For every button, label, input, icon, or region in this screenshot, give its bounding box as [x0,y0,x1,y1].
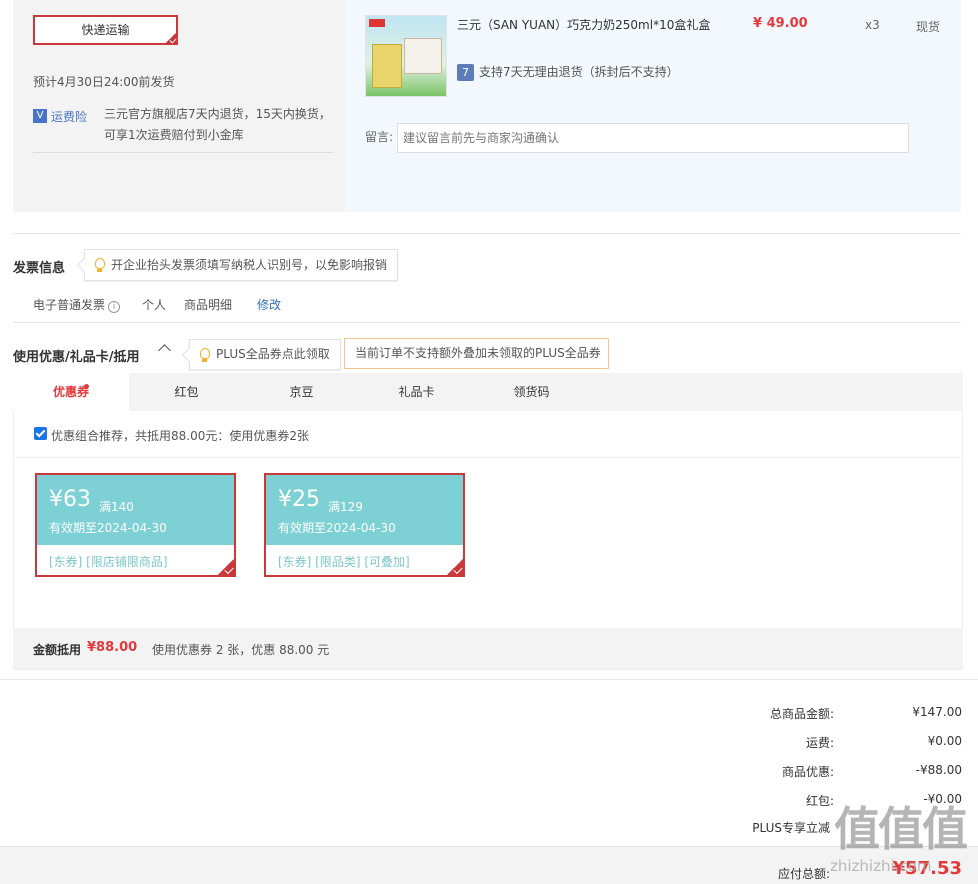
invoice-type-label: 电子普通发票 [33,298,106,312]
goods-discount-label: 商品优惠: [781,765,834,779]
selected-check-icon [445,557,463,575]
goods-discount-value: -¥88.00 [915,763,962,777]
tab-jd-beans[interactable]: 京豆 [244,373,359,411]
tip-arrow [181,347,197,363]
selected-check-icon [164,31,178,45]
product-title[interactable]: 三元（SAN YUAN）巧克力奶250ml*10盒礼盒 [457,16,710,33]
combo-checkbox[interactable] [34,427,47,440]
invoice-title: 发票信息 [13,261,66,276]
invoice-content: 商品明细 [184,298,233,312]
tab-red-packet[interactable]: 红包 [129,373,244,411]
coupon-amount: ¥25 [278,487,320,512]
product-quantity: x3 [865,18,880,32]
coupon-condition: 满140 [99,500,134,514]
selected-check-icon [216,557,234,575]
tip-arrow [76,257,92,273]
coupon-card[interactable]: ¥25 满129 有效期至2024-04-30 [东券] [限品类] [可叠加] [264,473,465,577]
invoice-tip-text: 开企业抬头发票须填写纳税人识别号，以免影响报销 [111,258,388,272]
discount-title: 使用优惠/礼品卡/抵用 [13,350,140,365]
combo-text: 优惠组合推荐，共抵用88.00元：使用优惠券2张 [51,429,309,443]
invoice-tip: 开企业抬头发票须填写纳税人识别号，以免影响报销 [76,249,399,281]
shipping-eta: 预计4月30日24:00前发货 [33,75,175,89]
plus-coupon-tip-text: PLUS全品券点此领取 [216,347,330,361]
watermark-logo: 值值值 [834,802,968,856]
insurance-label[interactable]: 运费险 [51,108,87,125]
coupon-amount: ¥63 [49,487,91,512]
watermark-url: zhizhizhi.com [830,857,932,875]
plus-discount-label: PLUS专享立减 [752,821,830,835]
product-price: ¥ 49.00 [753,16,808,31]
shipping-method-label: 快递运输 [81,23,130,37]
tab-coupons[interactable]: 优惠券 [13,373,129,411]
coupon-validity: 有效期至2024-04-30 [49,521,167,535]
tab-gift-card[interactable]: 礼品卡 [359,373,474,411]
coupon-card[interactable]: ¥63 满140 有效期至2024-04-30 [东券] [限店铺限商品] [35,473,236,577]
insurance-icon: V [33,109,47,123]
shipping-fee-value: ¥0.00 [927,734,962,748]
section-divider [0,679,978,680]
red-packet-label: 红包: [805,794,834,808]
total-goods-value: ¥147.00 [912,705,962,719]
shipping-divider [33,152,333,153]
invoice-header: 个人 [142,298,167,312]
section-divider [13,322,961,323]
product-image[interactable] [365,15,447,97]
summary-label: 金额抵用 [33,643,82,657]
invoice-edit-link[interactable]: 修改 [257,296,281,313]
coupon-tags: [东券] [限店铺限商品] [49,555,168,569]
coupon-condition: 满129 [328,500,363,514]
message-label: 留言: [365,130,394,144]
pay-total-label: 应付总额: [777,867,830,881]
coupon-divider [13,457,963,458]
product-stock-status: 现货 [916,20,941,34]
coupon-validity: 有效期至2024-04-30 [278,521,396,535]
brand-logo [369,19,385,27]
message-input[interactable] [397,123,909,153]
plus-coupon-tip[interactable]: PLUS全品券点此领取 [181,339,341,370]
product-box [372,44,402,88]
coupon-tags: [东券] [限品类] [可叠加] [278,555,410,569]
summary-description: 使用优惠券 2 张，优惠 88.00 元 [152,643,330,657]
shipping-method-button[interactable]: 快递运输 [33,15,178,45]
return-policy-icon: 7 [457,64,474,81]
product-box [404,38,442,74]
lightbulb-icon [200,348,210,362]
lightbulb-icon [95,258,105,272]
total-goods-label: 总商品金额: [769,707,834,721]
plus-notice: 当前订单不支持额外叠加未领取的PLUS全品券 [344,338,609,369]
notification-dot [84,384,89,389]
info-icon[interactable]: i [108,301,121,313]
return-policy-text: 支持7天无理由退货（拆封后不支持） [479,65,679,79]
shipping-fee-label: 运费: [805,736,834,750]
section-divider [13,233,961,234]
insurance-description: 三元官方旗舰店7天内退货，15天内换货，可享1次运费赔付到小金库 [104,107,331,142]
chevron-up-icon[interactable] [158,344,171,357]
tab-pickup-code[interactable]: 领货码 [474,373,589,411]
summary-amount: ¥88.00 [87,640,138,655]
invoice-type: 电子普通发票 i [33,296,121,313]
